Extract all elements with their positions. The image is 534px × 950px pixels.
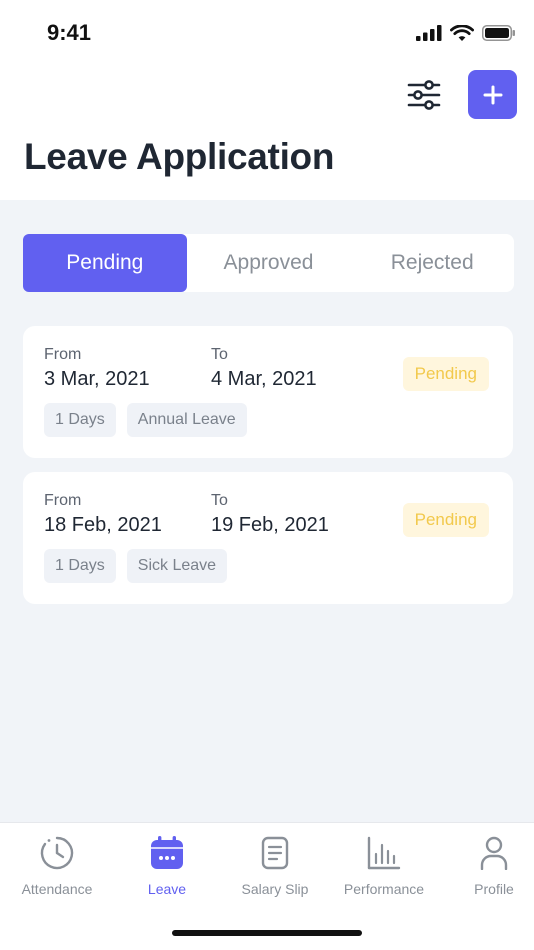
status-bar: 9:41 (0, 0, 534, 64)
leave-tags: 1 Days Annual Leave (44, 403, 247, 437)
nav-label: Leave (147, 881, 187, 897)
document-icon (261, 836, 289, 870)
nav-label: Salary Slip (241, 881, 309, 897)
tab-rejected[interactable]: Rejected (350, 234, 514, 292)
nav-label: Performance (343, 881, 425, 897)
from-date: 3 Mar, 2021 (44, 368, 150, 390)
from-label: From (44, 346, 82, 363)
tab-pending[interactable]: Pending (23, 234, 187, 292)
leave-card[interactable]: From 3 Mar, 2021 To 4 Mar, 2021 Pending … (23, 326, 513, 458)
status-time: 9:41 (47, 20, 92, 45)
page-title: Leave Application (24, 136, 335, 177)
leave-card[interactable]: From 18 Feb, 2021 To 19 Feb, 2021 Pendin… (23, 472, 513, 604)
nav-performance[interactable]: Performance (329, 835, 439, 897)
status-tabs: Pending Approved Rejected (23, 234, 514, 292)
leave-tags: 1 Days Sick Leave (44, 549, 228, 583)
nav-attendance[interactable]: Attendance (2, 835, 112, 897)
from-label: From (44, 492, 82, 509)
wifi-icon (450, 24, 474, 41)
person-icon (480, 836, 508, 870)
nav-label: Profile (474, 881, 514, 897)
from-date: 18 Feb, 2021 (44, 514, 162, 536)
nav-salary-slip[interactable]: Salary Slip (220, 835, 330, 897)
header-actions (400, 70, 517, 119)
bar-chart-icon (367, 836, 401, 870)
battery-icon (482, 25, 515, 41)
home-indicator (172, 930, 362, 936)
add-leave-button[interactable] (468, 70, 517, 119)
days-chip: 1 Days (44, 549, 116, 583)
plus-icon (483, 85, 502, 104)
days-chip: 1 Days (44, 403, 116, 437)
clock-icon (40, 836, 74, 870)
leave-type-chip: Annual Leave (126, 403, 247, 437)
tab-approved[interactable]: Approved (187, 234, 351, 292)
to-date: 19 Feb, 2021 (211, 514, 329, 536)
status-icons (416, 22, 516, 44)
signal-icon (416, 25, 442, 41)
filter-button[interactable] (400, 71, 448, 119)
calendar-icon (151, 836, 183, 869)
to-label: To (211, 346, 228, 363)
to-date: 4 Mar, 2021 (211, 368, 317, 390)
sliders-icon (407, 79, 441, 110)
nav-label: Attendance (21, 881, 93, 897)
nav-profile[interactable]: Profile (439, 835, 534, 897)
status-badge: Pending (402, 357, 489, 391)
leave-type-chip: Sick Leave (126, 549, 228, 583)
to-label: To (211, 492, 228, 509)
nav-leave[interactable]: Leave (112, 835, 222, 897)
status-badge: Pending (402, 503, 489, 537)
